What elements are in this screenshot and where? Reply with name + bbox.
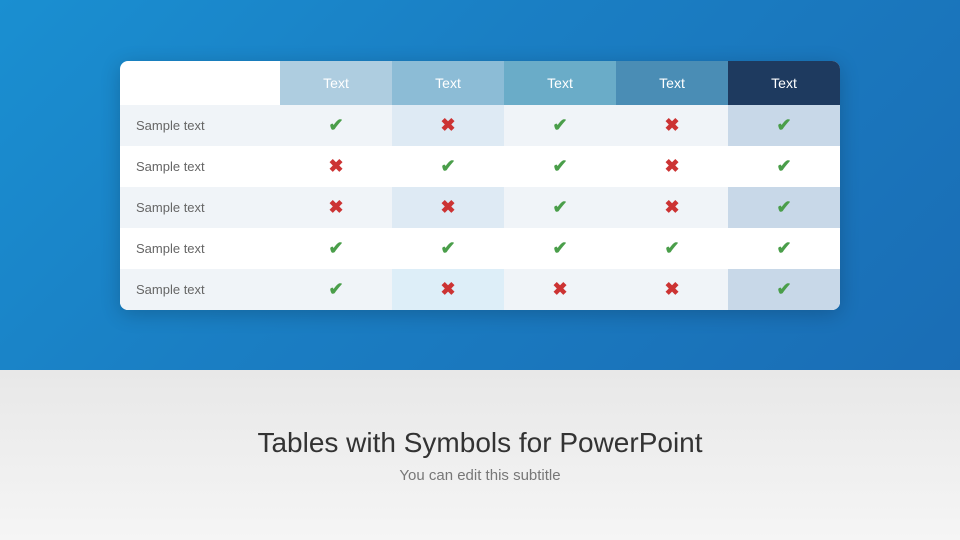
row-label: Sample text <box>120 187 280 228</box>
cell-r2-c3: ✖ <box>616 187 728 228</box>
cross-icon: ✖ <box>664 197 679 217</box>
cell-r3-c3: ✔ <box>616 228 728 269</box>
cell-r2-c2: ✔ <box>504 187 616 228</box>
cell-r0-c4: ✔ <box>728 105 840 146</box>
bottom-section: Tables with Symbols for PowerPoint You c… <box>0 370 960 540</box>
cross-icon: ✖ <box>664 156 679 176</box>
check-icon: ✔ <box>328 238 343 258</box>
check-icon: ✔ <box>776 238 791 258</box>
header-col-2: Text <box>392 61 504 105</box>
cell-r1-c4: ✔ <box>728 146 840 187</box>
cell-r4-c0: ✔ <box>280 269 392 310</box>
check-icon: ✔ <box>328 115 343 135</box>
cross-icon: ✖ <box>552 279 567 299</box>
row-label: Sample text <box>120 228 280 269</box>
check-icon: ✔ <box>552 238 567 258</box>
cell-r3-c0: ✔ <box>280 228 392 269</box>
cell-r4-c4: ✔ <box>728 269 840 310</box>
cross-icon: ✖ <box>328 156 343 176</box>
cross-icon: ✖ <box>440 115 455 135</box>
check-icon: ✔ <box>776 197 791 217</box>
table-row: Sample text ✔ ✖ ✖ ✖ ✔ <box>120 269 840 310</box>
page-title: Tables with Symbols for PowerPoint <box>257 427 702 459</box>
check-icon: ✔ <box>552 197 567 217</box>
cell-r4-c2: ✖ <box>504 269 616 310</box>
cell-r1-c1: ✔ <box>392 146 504 187</box>
cell-r0-c2: ✔ <box>504 105 616 146</box>
cell-r1-c2: ✔ <box>504 146 616 187</box>
check-icon: ✔ <box>440 156 455 176</box>
cell-r1-c3: ✖ <box>616 146 728 187</box>
cell-r3-c2: ✔ <box>504 228 616 269</box>
row-label: Sample text <box>120 269 280 310</box>
check-icon: ✔ <box>776 156 791 176</box>
table-row: Sample text ✔ ✔ ✔ ✔ ✔ <box>120 228 840 269</box>
check-icon: ✔ <box>552 115 567 135</box>
check-icon: ✔ <box>776 115 791 135</box>
header-label-col <box>120 61 280 105</box>
row-label: Sample text <box>120 146 280 187</box>
cell-r4-c3: ✖ <box>616 269 728 310</box>
check-icon: ✔ <box>552 156 567 176</box>
cell-r0-c0: ✔ <box>280 105 392 146</box>
header-col-5: Text <box>728 61 840 105</box>
cross-icon: ✖ <box>664 115 679 135</box>
header-col-3: Text <box>504 61 616 105</box>
header-col-4: Text <box>616 61 728 105</box>
cell-r2-c0: ✖ <box>280 187 392 228</box>
cross-icon: ✖ <box>664 279 679 299</box>
cell-r2-c1: ✖ <box>392 187 504 228</box>
cross-icon: ✖ <box>440 197 455 217</box>
cross-icon: ✖ <box>440 279 455 299</box>
check-icon: ✔ <box>440 238 455 258</box>
cell-r3-c1: ✔ <box>392 228 504 269</box>
comparison-table-card: Text Text Text Text Text Sample text ✔ ✖ ✔ ✖… <box>120 61 840 310</box>
table-row: Sample text ✖ ✖ ✔ ✖ ✔ <box>120 187 840 228</box>
cell-r3-c4: ✔ <box>728 228 840 269</box>
check-icon: ✔ <box>664 238 679 258</box>
cell-r4-c1: ✖ <box>392 269 504 310</box>
check-icon: ✔ <box>328 279 343 299</box>
cell-r0-c3: ✖ <box>616 105 728 146</box>
table-row: Sample text ✔ ✖ ✔ ✖ ✔ <box>120 105 840 146</box>
cross-icon: ✖ <box>328 197 343 217</box>
row-label: Sample text <box>120 105 280 146</box>
cell-r0-c1: ✖ <box>392 105 504 146</box>
table-header-row: Text Text Text Text Text <box>120 61 840 105</box>
table-row: Sample text ✖ ✔ ✔ ✖ ✔ <box>120 146 840 187</box>
check-icon: ✔ <box>776 279 791 299</box>
cell-r2-c4: ✔ <box>728 187 840 228</box>
header-col-1: Text <box>280 61 392 105</box>
top-section: Text Text Text Text Text Sample text ✔ ✖ ✔ ✖… <box>0 0 960 370</box>
comparison-table: Text Text Text Text Text Sample text ✔ ✖ ✔ ✖… <box>120 61 840 310</box>
cell-r1-c0: ✖ <box>280 146 392 187</box>
page-subtitle: You can edit this subtitle <box>399 467 560 484</box>
